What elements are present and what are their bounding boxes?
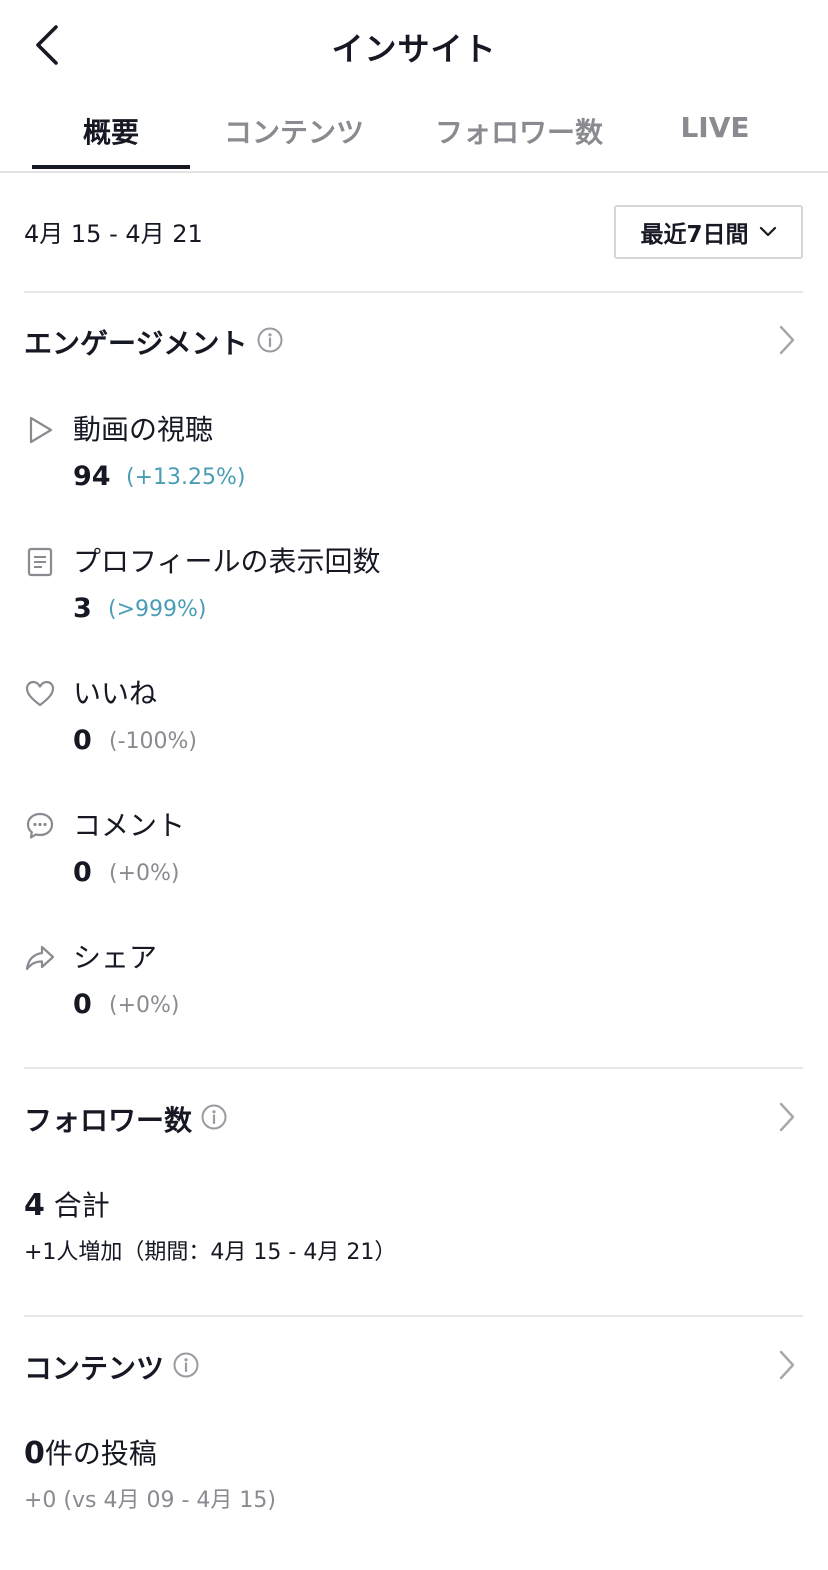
heart-icon: [25, 680, 55, 707]
page-title: インサイト: [331, 30, 497, 68]
document-icon: [27, 547, 53, 577]
chevron-right-icon: [779, 1350, 795, 1380]
divider: [24, 1315, 803, 1317]
content-title: コンテンツ: [24, 1352, 165, 1385]
content-compare: +0 (vs 4月 09 - 4月 15): [24, 1488, 276, 1513]
metric-label: シェア: [73, 941, 158, 974]
metric-label: いいね: [73, 677, 158, 710]
period-dropdown[interactable]: 最近7日間: [614, 205, 803, 259]
metric-change: (+13.25%): [126, 465, 246, 490]
period-dropdown-label: 最近7日間: [640, 222, 749, 248]
metric-change: (+0%): [109, 861, 180, 886]
chevron-right-icon: [779, 1102, 795, 1132]
divider: [24, 291, 803, 293]
metric-label: 動画の視聴: [73, 413, 214, 446]
metric-likes: いいね 0 (-100%): [24, 666, 724, 766]
content-posts-label: 件の投稿: [44, 1437, 157, 1470]
tab-overview[interactable]: 概要: [32, 111, 190, 151]
content-section-header[interactable]: コンテンツ: [24, 1347, 803, 1387]
followers-total-value: 4: [24, 1188, 45, 1223]
info-icon[interactable]: [256, 326, 284, 354]
content-posts-value: 0: [24, 1436, 45, 1471]
metric-change: (+0%): [109, 993, 180, 1018]
followers-section-header[interactable]: フォロワー数: [24, 1099, 803, 1139]
metric-value: 0: [73, 725, 92, 756]
metric-change: (>999%): [108, 597, 207, 622]
share-arrow-icon: [25, 945, 55, 971]
content-posts: 0件の投稿: [24, 1432, 157, 1472]
metric-label: コメント: [73, 809, 186, 842]
chevron-right-icon: [779, 325, 795, 355]
metric-value: 94: [73, 461, 111, 492]
metric-profile-views: プロフィールの表示回数 3 (>999%): [24, 534, 724, 634]
metric-value: 3: [73, 593, 92, 624]
engagement-title: エンゲージメント: [24, 327, 248, 360]
metric-label: プロフィールの表示回数: [73, 545, 381, 578]
followers-total: 4 合計: [24, 1184, 110, 1224]
tab-content[interactable]: コンテンツ: [215, 111, 373, 151]
followers-total-label: 合計: [53, 1189, 110, 1222]
divider: [24, 1067, 803, 1069]
engagement-section-header[interactable]: エンゲージメント: [24, 322, 803, 362]
metric-change: (-100%): [109, 729, 197, 754]
followers-delta: +1人増加（期間：4月 15 - 4月 21）: [24, 1240, 397, 1265]
date-range-text: 4月 15 - 4月 21: [24, 220, 203, 248]
tab-live[interactable]: LIVE: [660, 111, 770, 144]
metric-shares: シェア 0 (+0%): [24, 930, 724, 1030]
info-icon[interactable]: [200, 1103, 228, 1131]
metric-comments: コメント 0 (+0%): [24, 798, 724, 898]
top-bar: インサイト: [0, 0, 828, 95]
info-icon[interactable]: [172, 1351, 200, 1379]
comment-icon: [26, 812, 54, 839]
tab-bar: 概要 コンテンツ フォロワー数 LIVE: [0, 95, 828, 173]
metric-value: 0: [73, 989, 92, 1020]
chevron-down-icon: [759, 226, 776, 237]
followers-title: フォロワー数: [24, 1104, 193, 1137]
play-icon: [29, 416, 53, 444]
metric-video-views: 動画の視聴 94 (+13.25%): [24, 402, 724, 502]
metric-value: 0: [73, 857, 92, 888]
active-tab-indicator: [32, 165, 190, 169]
tab-followers[interactable]: フォロワー数: [420, 111, 618, 151]
